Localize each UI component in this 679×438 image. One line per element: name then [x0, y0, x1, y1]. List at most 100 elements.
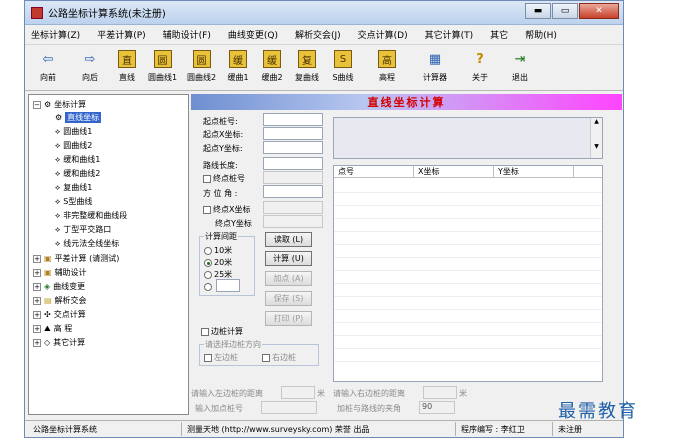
- tree-item-t-junction[interactable]: ⟡ 丁型平交路口: [55, 223, 111, 236]
- coordinate-grid[interactable]: 点号 X坐标 Y坐标: [333, 165, 603, 382]
- form-title-banner: 直线坐标计算: [191, 94, 622, 110]
- start-x-input[interactable]: [263, 127, 323, 140]
- tree-node-curve-change[interactable]: + ◈ 曲线变更: [33, 280, 85, 293]
- tree-item-line[interactable]: ⚙ 直线坐标: [55, 111, 102, 124]
- azimuth-input[interactable]: [263, 185, 323, 198]
- tree-node-intersection[interactable]: + ▤ 解析交会: [33, 294, 87, 307]
- end-y-input[interactable]: [263, 215, 323, 228]
- toolbar-circle1-button[interactable]: 圆圆曲线1: [145, 45, 180, 83]
- left-side-checkbox[interactable]: [204, 353, 212, 362]
- expand-icon[interactable]: +: [33, 310, 41, 319]
- radio-25m-circle[interactable]: [204, 270, 212, 279]
- menu-help[interactable]: 帮助(H): [525, 28, 557, 41]
- menu-intersection[interactable]: 解析交会(J): [295, 28, 341, 41]
- angle-input[interactable]: 90: [419, 401, 455, 414]
- expand-icon[interactable]: +: [33, 268, 41, 277]
- toolbar-line-button[interactable]: 直直线: [113, 45, 141, 83]
- right-side-checkbox[interactable]: [262, 353, 270, 362]
- elevation-icon: 高: [378, 50, 396, 68]
- read-button[interactable]: 读取 (L): [265, 232, 312, 247]
- tree-item-spiral2[interactable]: ⟡ 缓和曲线2: [55, 167, 100, 180]
- radio-10m[interactable]: 10米: [204, 245, 232, 256]
- tree-item-compound[interactable]: ⟡ 复曲线1: [55, 181, 92, 194]
- tree-item-scurve[interactable]: ⟡ S型曲线: [55, 195, 92, 208]
- tree-node-design[interactable]: + ▣ 辅助设计: [33, 266, 87, 279]
- toolbar-spiral2-button[interactable]: 缓缓曲2: [257, 45, 287, 83]
- menu-other-calc[interactable]: 其它计算(T): [425, 28, 474, 41]
- menu-other[interactable]: 其它: [490, 28, 508, 41]
- curve-icon: ⟡: [55, 210, 61, 220]
- tree-node-adjust[interactable]: + ▣ 平差计算 (请测试): [33, 252, 119, 265]
- memo-scrollbar[interactable]: ▲ ▼: [590, 118, 602, 158]
- expand-icon[interactable]: +: [33, 324, 41, 333]
- right-distance-input[interactable]: [423, 386, 457, 399]
- left-distance-input[interactable]: [281, 386, 315, 399]
- radio-10m-circle[interactable]: [204, 246, 212, 255]
- tree-item-circle1[interactable]: ⟡ 圆曲线1: [55, 125, 92, 138]
- toolbar-exit-button[interactable]: ⇥ 退出: [505, 45, 535, 83]
- scroll-up-icon[interactable]: ▲: [591, 118, 602, 125]
- calculator-icon: ▦: [428, 51, 442, 67]
- toolbar-spiral1-button[interactable]: 缓缓曲1: [223, 45, 253, 83]
- menu-adjust[interactable]: 平差计算(P): [97, 28, 145, 41]
- add-station-input[interactable]: [261, 401, 317, 414]
- tree-node-point-calc[interactable]: + ✣ 交点计算: [33, 308, 86, 321]
- toolbar-about-button[interactable]: ? 关于: [465, 45, 495, 83]
- tree-node-elevation[interactable]: + ⛰ 高 程: [33, 322, 72, 335]
- radio-20m[interactable]: 20米: [204, 257, 232, 268]
- tree-item-element-method[interactable]: ⟡ 线元法全线坐标: [55, 237, 119, 250]
- radio-custom[interactable]: [204, 282, 214, 291]
- start-y-input[interactable]: [263, 141, 323, 154]
- toolbar-back-button[interactable]: ⇦ 向前: [29, 45, 67, 83]
- calc-button[interactable]: 计算 (U): [265, 251, 312, 266]
- toolbar-circle2-button[interactable]: 圆圆曲线2: [184, 45, 219, 83]
- menu-coord[interactable]: 坐标计算(Z): [31, 28, 80, 41]
- tree-node-other-calc[interactable]: + ◇ 其它计算: [33, 336, 85, 349]
- end-station-input[interactable]: [263, 171, 323, 184]
- print-button[interactable]: 打印 (P): [265, 311, 312, 326]
- start-station-input[interactable]: [263, 113, 323, 126]
- left-side-check[interactable]: 左边桩: [204, 352, 238, 363]
- scroll-down-icon[interactable]: ▼: [591, 143, 602, 150]
- close-button[interactable]: ✕: [579, 3, 619, 19]
- maximize-button[interactable]: ▭: [552, 3, 578, 19]
- radio-20m-circle[interactable]: [204, 258, 212, 267]
- collapse-icon[interactable]: −: [33, 100, 41, 109]
- expand-icon[interactable]: +: [33, 338, 41, 347]
- end-x-input[interactable]: [263, 201, 323, 214]
- col-y[interactable]: Y坐标: [494, 166, 574, 178]
- expand-icon[interactable]: +: [33, 254, 41, 263]
- side-calc-check[interactable]: 边桩计算: [201, 326, 243, 337]
- radio-custom-circle[interactable]: [204, 282, 212, 291]
- end-x-check[interactable]: 终点X坐标: [203, 204, 250, 215]
- toolbar-calculator-button[interactable]: ▦ 计算器: [415, 45, 455, 83]
- tree-item-circle2[interactable]: ⟡ 圆曲线2: [55, 139, 92, 152]
- toolbar: ⇦ 向前 ⇨ 向后 直直线 圆圆曲线1 圆圆曲线2 缓缓曲1 缓缓曲2 复复曲线 S…: [25, 45, 623, 91]
- result-memo[interactable]: ▲ ▼: [333, 117, 603, 159]
- menu-design[interactable]: 辅助设计(F): [163, 28, 211, 41]
- expand-icon[interactable]: +: [33, 296, 41, 305]
- tree-node-coord-calc[interactable]: − ⚙ 坐标计算: [33, 98, 86, 111]
- toolbar-forward-button[interactable]: ⇨ 向后: [71, 45, 109, 83]
- stack-icon: ◇: [44, 338, 51, 347]
- length-input[interactable]: [263, 157, 323, 170]
- menu-point-calc[interactable]: 交点计算(D): [358, 28, 408, 41]
- toolbar-scurve-button[interactable]: S S曲线: [327, 45, 359, 83]
- right-side-check[interactable]: 右边桩: [262, 352, 296, 363]
- custom-interval-input[interactable]: [216, 279, 240, 292]
- end-station-check[interactable]: 终点桩号: [203, 173, 245, 184]
- side-calc-checkbox[interactable]: [201, 327, 209, 336]
- tree-item-incomplete-spiral[interactable]: ⟡ 非完整缓和曲线段: [55, 209, 127, 222]
- add-point-button[interactable]: 加点 (A): [265, 271, 312, 286]
- menu-curve-change[interactable]: 曲线变更(Q): [228, 28, 278, 41]
- tree-item-spiral1[interactable]: ⟡ 缓和曲线1: [55, 153, 100, 166]
- toolbar-elevation-button[interactable]: 高高程: [369, 45, 405, 83]
- end-x-checkbox[interactable]: [203, 205, 211, 214]
- save-button[interactable]: 保存 (S): [265, 291, 312, 306]
- toolbar-compound-button[interactable]: 复复曲线: [291, 45, 323, 83]
- minimize-button[interactable]: ▬: [525, 3, 551, 19]
- col-point[interactable]: 点号: [334, 166, 414, 178]
- end-station-checkbox[interactable]: [203, 174, 211, 183]
- expand-icon[interactable]: +: [33, 282, 41, 291]
- col-x[interactable]: X坐标: [414, 166, 494, 178]
